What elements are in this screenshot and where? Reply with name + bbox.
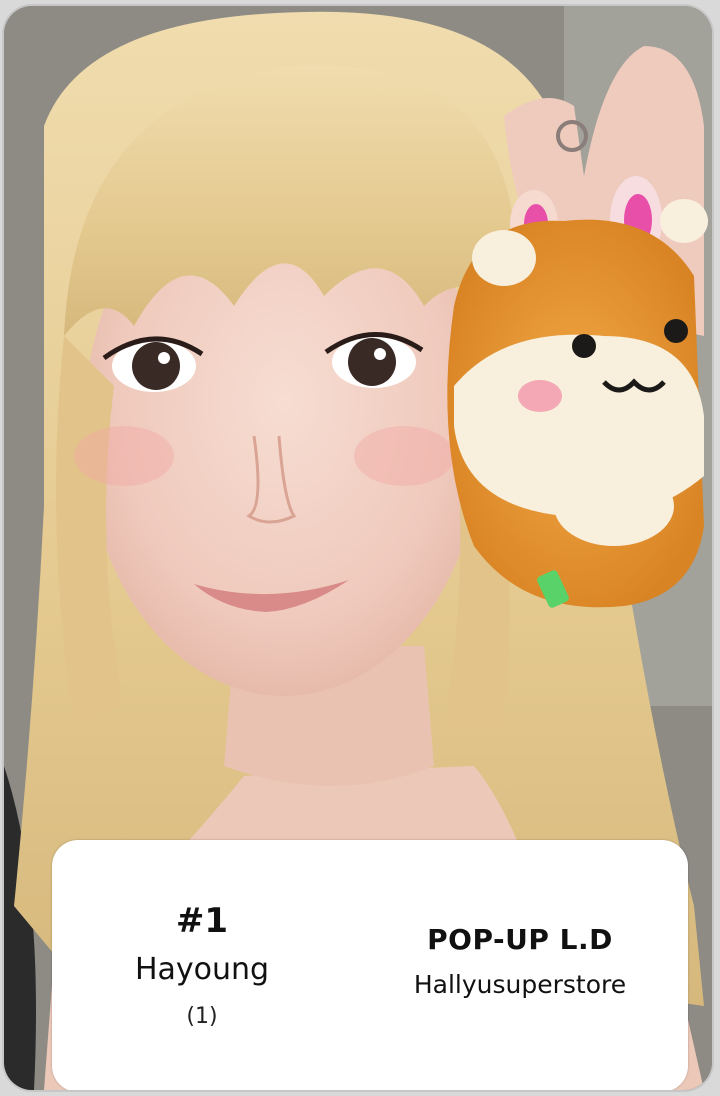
card-label: #1 Hayoung (1) POP-UP L.D Hallyusupersto… — [52, 840, 688, 1090]
card-count: (1) — [186, 1004, 218, 1029]
store-name: Hallyusuperstore — [413, 970, 627, 999]
member-info: #1 Hayoung (1) — [52, 900, 352, 1032]
event-name: POP-UP L.D — [427, 923, 613, 956]
card-number: #1 — [175, 901, 229, 941]
member-name: Hayoung — [134, 952, 270, 987]
event-info: POP-UP L.D Hallyusuperstore — [352, 922, 688, 1002]
photocard: #1 Hayoung (1) POP-UP L.D Hallyusupersto… — [4, 6, 712, 1090]
